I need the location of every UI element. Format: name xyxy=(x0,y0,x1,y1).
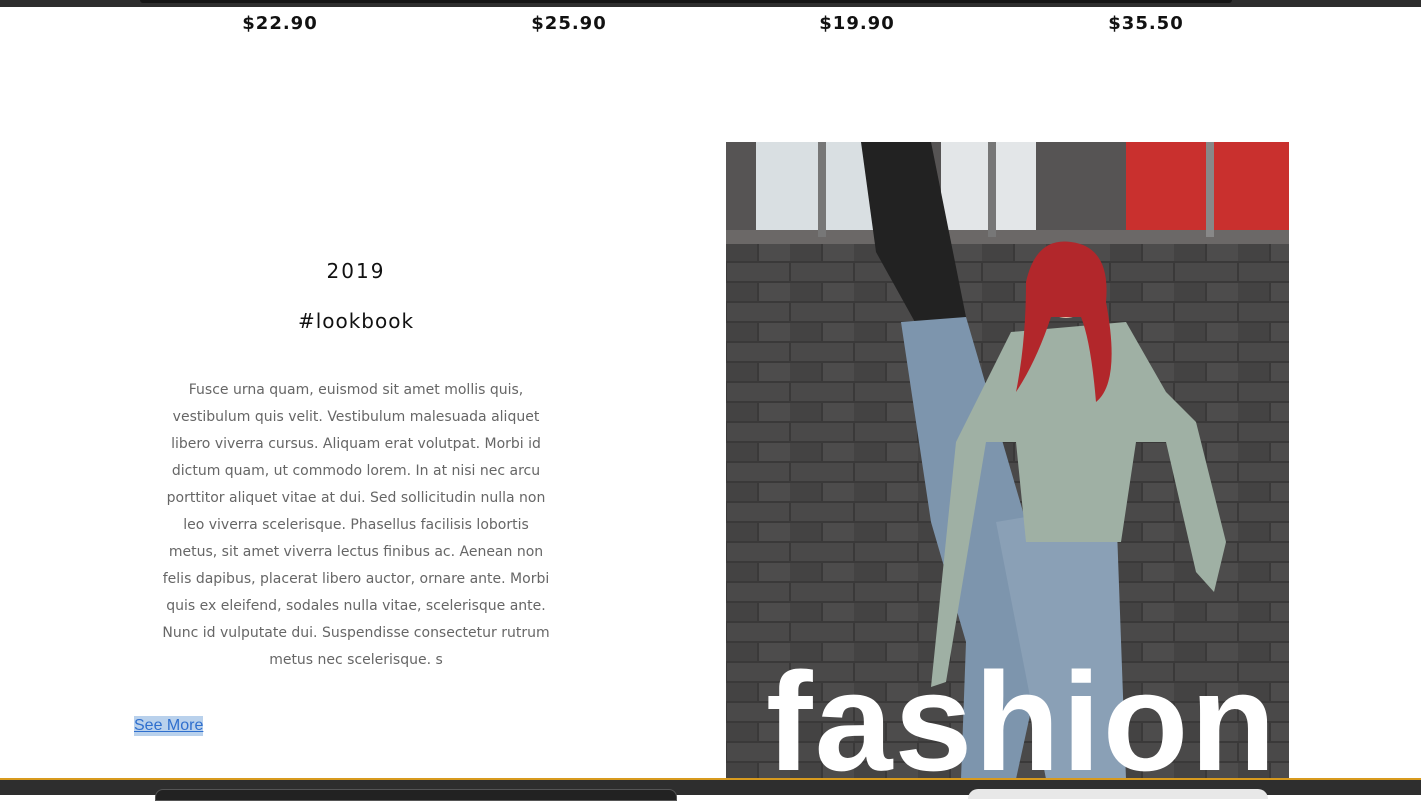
lookbook-tag: #lookbook xyxy=(297,309,415,333)
product-price-1: $22.90 xyxy=(242,13,318,34)
footer-button[interactable] xyxy=(968,789,1268,799)
lookbook-photo: fashion xyxy=(726,142,1289,779)
product-price-2: $25.90 xyxy=(531,13,607,34)
footer-input[interactable] xyxy=(155,789,677,801)
see-more-link[interactable]: See More xyxy=(134,716,204,736)
top-bar-inner xyxy=(140,0,1232,3)
product-price-4: $35.50 xyxy=(1108,13,1184,34)
top-bar xyxy=(0,0,1421,7)
product-price-3: $19.90 xyxy=(819,13,895,34)
photo-overlay-text: fashion xyxy=(766,643,1278,779)
lookbook-year: 2019 xyxy=(326,259,386,283)
lookbook-description: Fusce urna quam, euismod sit amet mollis… xyxy=(162,382,550,668)
